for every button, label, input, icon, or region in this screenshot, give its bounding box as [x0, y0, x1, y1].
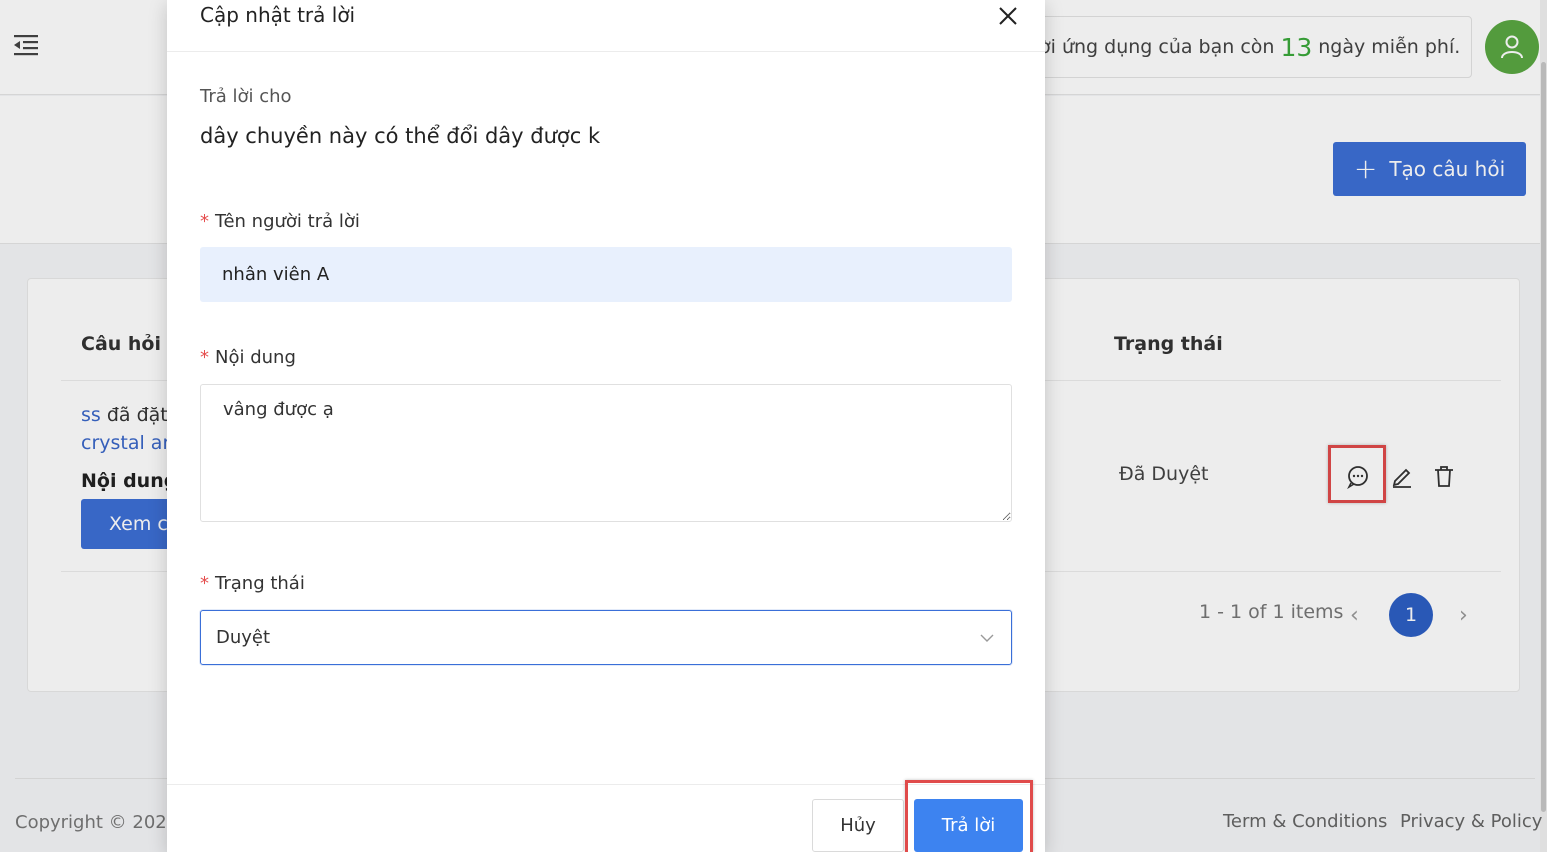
- responder-field-label: * Tên người trả lời: [200, 211, 360, 232]
- cancel-button[interactable]: Hủy: [812, 799, 904, 852]
- required-mark: *: [200, 211, 209, 232]
- responder-name-input[interactable]: [200, 247, 1012, 302]
- update-reply-modal: Cập nhật trả lời Trả lời cho dây chuyền …: [167, 0, 1045, 852]
- status-select-value: Duyệt: [216, 627, 271, 648]
- modal-header: Cập nhật trả lời: [167, 0, 1045, 52]
- content-textarea[interactable]: vâng được ạ: [200, 384, 1012, 522]
- reply-to-label: Trả lời cho: [200, 86, 292, 107]
- status-select[interactable]: Duyệt: [200, 610, 1012, 665]
- content-label-text: Nội dung: [215, 347, 296, 368]
- chevron-down-icon: [980, 634, 994, 642]
- reply-to-question: dây chuyền này có thể đổi dây được k: [200, 124, 601, 148]
- content-field-label: * Nội dung: [200, 347, 296, 368]
- required-mark: *: [200, 573, 209, 594]
- modal-title: Cập nhật trả lời: [200, 3, 356, 27]
- required-mark: *: [200, 347, 209, 368]
- close-icon[interactable]: [997, 5, 1019, 27]
- status-label-text: Trạng thái: [215, 573, 305, 594]
- status-field-label: * Trạng thái: [200, 573, 305, 594]
- responder-label-text: Tên người trả lời: [215, 211, 360, 232]
- submit-button-highlight: [905, 780, 1033, 852]
